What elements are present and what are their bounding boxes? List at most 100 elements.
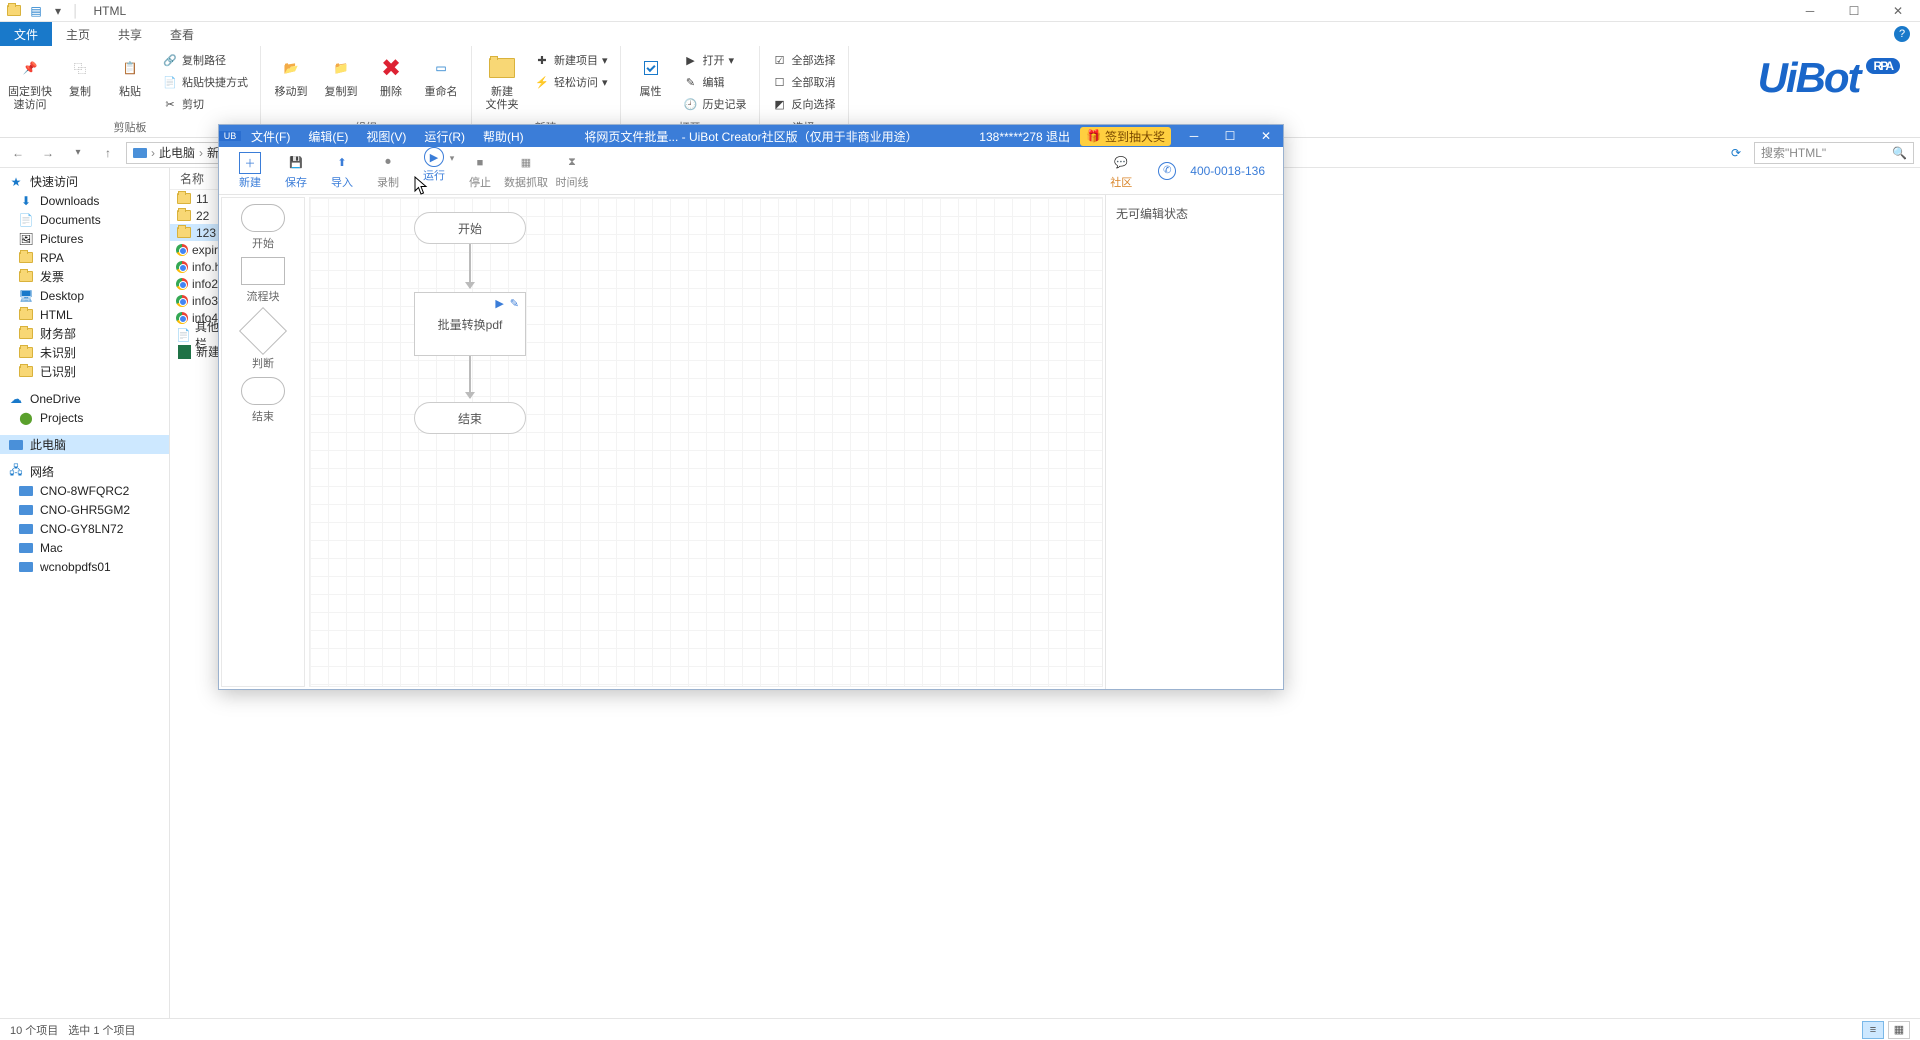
palette-block[interactable]: 流程块 — [241, 257, 285, 304]
uibot-close[interactable]: ✕ — [1253, 125, 1279, 147]
nav-fapiao[interactable]: 发票 — [0, 267, 169, 286]
nav-finance[interactable]: 财务部 — [0, 324, 169, 343]
file-row[interactable]: info.h — [170, 258, 220, 275]
nav-pictures[interactable]: 🖼Pictures — [0, 229, 169, 248]
copyto-button[interactable]: 📁复制到 — [319, 50, 363, 99]
file-row[interactable]: 22 — [170, 207, 220, 224]
file-row[interactable]: info3. — [170, 292, 220, 309]
tb-community[interactable]: 💬社区 — [1098, 152, 1144, 190]
file-row[interactable]: info2. — [170, 275, 220, 292]
edit-node-icon[interactable]: ✎ — [510, 297, 519, 310]
paste-shortcut-button[interactable]: 📄粘贴快捷方式 — [158, 72, 252, 92]
nav-onedrive[interactable]: ☁OneDrive — [0, 389, 169, 408]
column-name[interactable]: 名称 — [170, 168, 220, 190]
uibot-minimize[interactable]: ─ — [1181, 125, 1207, 147]
view-icons-button[interactable]: ▦ — [1888, 1021, 1910, 1039]
close-button[interactable]: ✕ — [1876, 0, 1920, 22]
nav-network[interactable]: 🖧网络 — [0, 462, 169, 481]
nav-net-0[interactable]: CNO-8WFQRC2 — [0, 481, 169, 500]
nav-desktop[interactable]: 🖥Desktop — [0, 286, 169, 305]
crumb-pc[interactable]: 此电脑 — [159, 144, 195, 161]
tb-run[interactable]: ▶运行▾ — [411, 147, 457, 194]
new-item-button[interactable]: ✚新建项目▾ — [530, 50, 612, 70]
nav-net-3[interactable]: Mac — [0, 538, 169, 557]
nav-recent[interactable]: ▾ — [66, 141, 90, 165]
menu-help[interactable]: 帮助(H) — [483, 128, 524, 145]
checkin-badge[interactable]: 🎁签到抽大奖 — [1080, 127, 1171, 146]
file-list[interactable]: 名称 11 22 123 expire info.h info2. info3.… — [170, 168, 220, 1018]
menu-run[interactable]: 运行(R) — [424, 128, 465, 145]
tb-import[interactable]: ⬆导入 — [319, 152, 365, 190]
select-all-button[interactable]: ☑全部选择 — [768, 50, 840, 70]
cut-button[interactable]: ✂剪切 — [158, 94, 252, 114]
minimize-button[interactable]: ─ — [1788, 0, 1832, 22]
nav-html[interactable]: HTML — [0, 305, 169, 324]
paste-button[interactable]: 📋粘贴 — [108, 50, 152, 99]
node-block[interactable]: ▶✎ 批量转换pdf — [414, 292, 526, 356]
maximize-button[interactable]: ☐ — [1832, 0, 1876, 22]
new-folder-button[interactable]: 新建 文件夹 — [480, 50, 524, 112]
nav-net-4[interactable]: wcnobpdfs01 — [0, 557, 169, 576]
file-row[interactable]: 📄其他栏 — [170, 326, 220, 343]
tb-timeline[interactable]: ⧗时间线 — [549, 152, 595, 190]
file-row[interactable]: 11 — [170, 190, 220, 207]
node-end[interactable]: 结束 — [414, 402, 526, 434]
qat-doc-icon[interactable]: ▤ — [28, 3, 44, 19]
run-node-icon[interactable]: ▶ — [495, 297, 503, 310]
help-icon[interactable]: ? — [1894, 26, 1910, 42]
node-start[interactable]: 开始 — [414, 212, 526, 244]
nav-back[interactable]: ← — [6, 141, 30, 165]
nav-this-pc[interactable]: 此电脑 — [0, 435, 169, 454]
history-button[interactable]: 🕘历史记录 — [679, 94, 751, 114]
copy-path-button[interactable]: 🔗复制路径 — [158, 50, 252, 70]
tab-home[interactable]: 主页 — [52, 22, 104, 46]
uibot-maximize[interactable]: ☐ — [1217, 125, 1243, 147]
nav-quick-access[interactable]: ★快速访问 — [0, 172, 169, 191]
nav-forward[interactable]: → — [36, 141, 60, 165]
edit-button[interactable]: ✎编辑 — [679, 72, 751, 92]
uibot-titlebar[interactable]: UB 文件(F) 编辑(E) 视图(V) 运行(R) 帮助(H) 将网页文件批量… — [219, 125, 1283, 147]
nav-net-1[interactable]: CNO-GHR5GM2 — [0, 500, 169, 519]
nav-pane[interactable]: ★快速访问 ⬇Downloads 📄Documents 🖼Pictures RP… — [0, 168, 170, 1018]
nav-projects[interactable]: ⬤Projects — [0, 408, 169, 427]
palette-decision[interactable]: 判断 — [246, 310, 280, 371]
tb-extract[interactable]: ▦数据抓取 — [503, 152, 549, 190]
file-row[interactable]: expire — [170, 241, 220, 258]
menu-file[interactable]: 文件(F) — [251, 128, 290, 145]
nav-unrecognized[interactable]: 未识别 — [0, 343, 169, 362]
qat-dropdown-icon[interactable]: ▾ — [50, 3, 66, 19]
tb-record[interactable]: ⏺录制 — [365, 152, 411, 190]
nav-up[interactable]: ↑ — [96, 141, 120, 165]
tb-save[interactable]: 💾保存 — [273, 152, 319, 190]
tb-new[interactable]: ＋新建 — [227, 152, 273, 190]
refresh-icon[interactable]: ⟳ — [1724, 141, 1748, 165]
nav-rpa[interactable]: RPA — [0, 248, 169, 267]
tab-file[interactable]: 文件 — [0, 22, 52, 46]
file-row[interactable]: 123 — [170, 224, 220, 241]
nav-net-2[interactable]: CNO-GY8LN72 — [0, 519, 169, 538]
nav-downloads[interactable]: ⬇Downloads — [0, 191, 169, 210]
menu-edit[interactable]: 编辑(E) — [308, 128, 348, 145]
tab-share[interactable]: 共享 — [104, 22, 156, 46]
easy-access-button[interactable]: ⚡轻松访问▾ — [530, 72, 612, 92]
delete-button[interactable]: ✖删除 — [369, 50, 413, 99]
rename-button[interactable]: ▭重命名 — [419, 50, 463, 99]
properties-button[interactable]: 属性 — [629, 50, 673, 99]
invert-select-button[interactable]: ◩反向选择 — [768, 94, 840, 114]
moveto-button[interactable]: 📂移动到 — [269, 50, 313, 99]
select-none-button[interactable]: ☐全部取消 — [768, 72, 840, 92]
palette-end[interactable]: 结束 — [241, 377, 285, 424]
menu-view[interactable]: 视图(V) — [366, 128, 406, 145]
tab-view[interactable]: 查看 — [156, 22, 208, 46]
pin-button[interactable]: 📌固定到快 速访问 — [8, 50, 52, 112]
open-button[interactable]: ▶打开▾ — [679, 50, 751, 70]
nav-recognized[interactable]: 已识别 — [0, 362, 169, 381]
uibot-account[interactable]: 138*****278 退出 — [979, 128, 1070, 145]
tb-stop[interactable]: ■停止 — [457, 152, 503, 190]
flow-canvas[interactable]: 开始 ▶✎ 批量转换pdf 结束 — [309, 197, 1103, 687]
copy-button[interactable]: ⿻复制 — [58, 50, 102, 99]
view-details-button[interactable]: ≡ — [1862, 1021, 1884, 1039]
search-input[interactable]: 搜索"HTML" 🔍 — [1754, 142, 1914, 164]
nav-documents[interactable]: 📄Documents — [0, 210, 169, 229]
palette-start[interactable]: 开始 — [241, 204, 285, 251]
